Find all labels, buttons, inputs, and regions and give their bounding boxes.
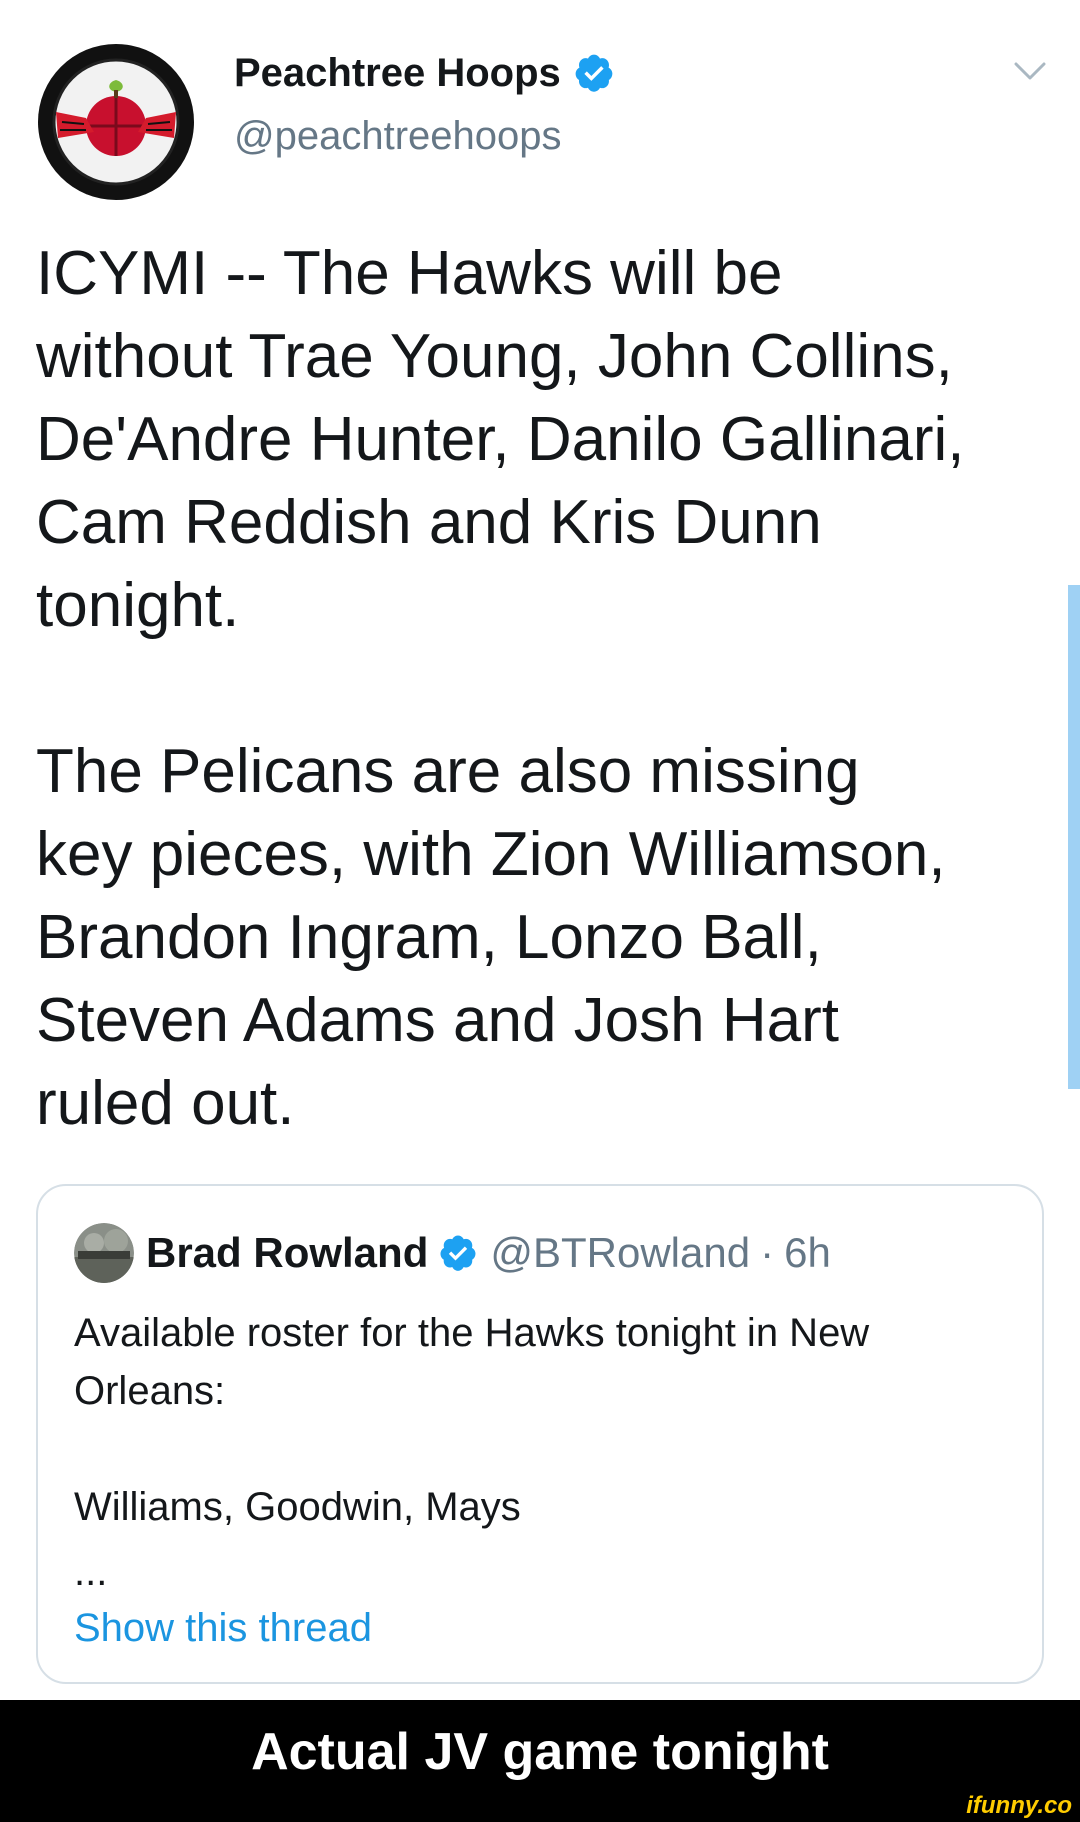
author-display-name[interactable]: Peachtree Hoops xyxy=(234,51,561,96)
separator-dot: · xyxy=(760,1229,775,1276)
show-thread-link[interactable]: Show this thread xyxy=(74,1606,372,1651)
tweet-card: Peachtree Hoops @peachtreehoops ICYMI --… xyxy=(0,0,1080,1700)
verified-badge-icon xyxy=(575,54,613,92)
peachtree-hoops-logo-icon[interactable] xyxy=(36,42,196,202)
quoted-tweet-header: Brad Rowland @BTRowland · 6h xyxy=(74,1222,831,1284)
meme-caption: Actual JV game tonight xyxy=(251,1723,829,1781)
scrollbar[interactable] xyxy=(1068,585,1080,1089)
author-handle[interactable]: @peachtreehoops xyxy=(234,114,615,159)
quoted-tweet[interactable]: Brad Rowland @BTRowland · 6h Available r… xyxy=(36,1184,1044,1684)
quoted-tweet-text: Available roster for the Hawks tonight i… xyxy=(74,1311,870,1529)
avatar[interactable] xyxy=(74,1223,134,1283)
tweet-author[interactable]: Peachtree Hoops @peachtreehoops xyxy=(234,44,615,159)
chevron-down-icon[interactable] xyxy=(1012,58,1048,86)
quoted-tweet-ellipsis: ... xyxy=(74,1550,108,1594)
ifunny-watermark: ifunny.co xyxy=(966,1792,1072,1819)
verified-badge-icon xyxy=(440,1235,476,1271)
quoted-author-name[interactable]: Brad Rowland xyxy=(146,1229,428,1277)
quoted-author-handle[interactable]: @BTRowland xyxy=(490,1229,750,1277)
quoted-tweet-time[interactable]: 6h xyxy=(784,1229,831,1277)
meme-caption-bar: Actual JV game tonight ifunny.co xyxy=(0,1700,1080,1822)
tweet-text: ICYMI -- The Hawks will be without Trae … xyxy=(36,239,965,1138)
